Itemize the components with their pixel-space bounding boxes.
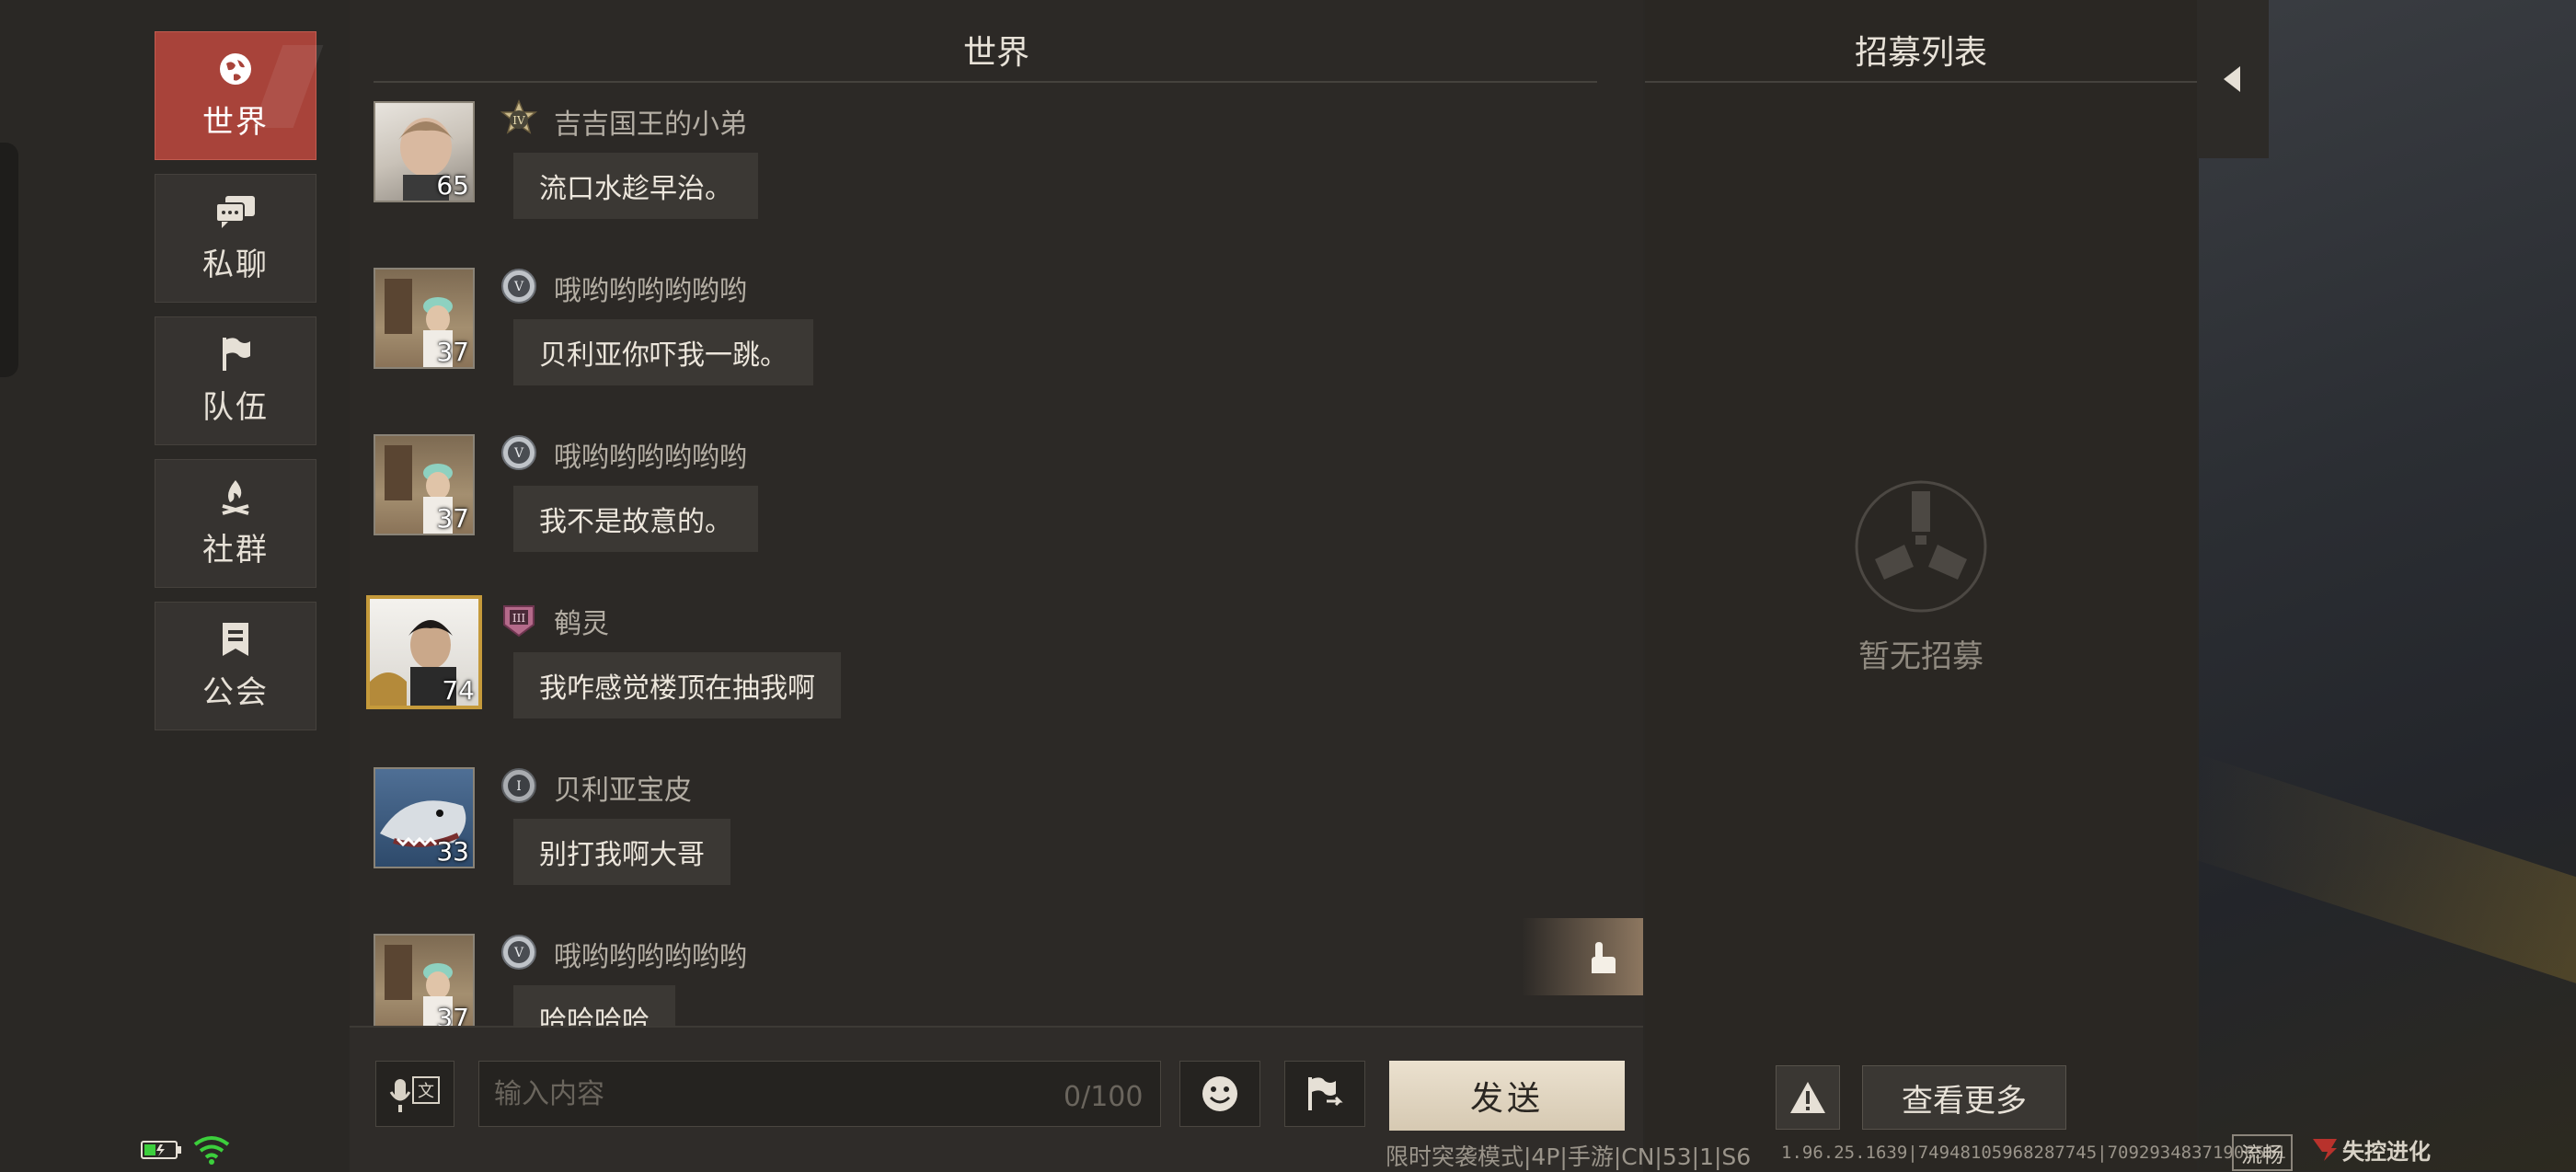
nav-item-community[interactable]: 社群 [155, 459, 316, 588]
battery-charging-icon [141, 1141, 181, 1159]
view-more-button[interactable]: 查看更多 [1862, 1065, 2066, 1130]
avatar-level: 37 [436, 337, 469, 367]
report-button[interactable] [1776, 1065, 1840, 1130]
banner-icon [213, 621, 258, 658]
sender-name[interactable]: 哦哟哟哟哟哟哟 [554, 934, 747, 974]
recruit-panel: 招募列表 暂无招募 查看更多 [1645, 0, 2197, 1170]
message-bubble[interactable]: 哈哈哈哈 [513, 985, 675, 1026]
rank-badge-text: III [512, 612, 525, 625]
avatar[interactable]: 37 [374, 434, 475, 535]
message-bubble[interactable]: 我咋感觉楼顶在抽我啊 [513, 652, 841, 718]
avatar-level: 33 [436, 836, 469, 867]
nav-item-private[interactable]: 私聊 [155, 174, 316, 303]
rank-badge-text: V [513, 946, 524, 960]
collapse-panel-button[interactable] [2197, 0, 2269, 158]
emoji-button[interactable] [1179, 1061, 1260, 1127]
rank-badge-icon: V [499, 932, 539, 972]
rank-badge-text: I [516, 779, 522, 794]
message-bubble[interactable]: 贝利亚你吓我一跳。 [513, 319, 813, 385]
avatar[interactable]: 74 [366, 595, 482, 709]
svg-text:文: 文 [418, 1082, 434, 1101]
version-info: 1.96.25.1639|74948105968287745|709293483… [1781, 1143, 2287, 1163]
avatar[interactable]: 33 [374, 767, 475, 868]
chat-message: 37 V 哦哟哟哟哟哟哟 哈哈哈哈 [374, 925, 1570, 1026]
rank-badge-text: IV [512, 114, 525, 127]
divider [374, 81, 1597, 83]
avatar[interactable]: 37 [374, 268, 475, 369]
chat-message: 37 V 哦哟哟哟哟哟哟 贝利亚你吓我一跳。 [374, 259, 1570, 415]
wifi-icon [193, 1136, 230, 1165]
chat-title: 世界 [962, 34, 1029, 72]
rank-badge-text: V [513, 446, 524, 461]
flag-icon [213, 336, 258, 373]
globe-icon [213, 51, 258, 87]
rank-badge-icon: III [499, 599, 539, 639]
sender-name[interactable]: 贝利亚宝皮 [554, 767, 692, 808]
sender-name[interactable]: 哦哟哟哟哟哟哟 [554, 268, 747, 308]
nav-item-label: 公会 [202, 673, 269, 711]
sender-name[interactable]: 哦哟哟哟哟哟哟 [554, 434, 747, 475]
logo-text: 失控进化 [2342, 1139, 2431, 1165]
send-button[interactable]: 发送 [1389, 1061, 1625, 1131]
nav-item-label: 世界 [202, 103, 269, 141]
raise-hand-button[interactable] [1522, 918, 1643, 995]
nav-item-label: 社群 [202, 531, 269, 569]
logo-icon [2313, 1138, 2337, 1161]
nav-item-label: 私聊 [202, 246, 269, 283]
campfire-icon [213, 478, 258, 515]
chat-message: 37 V 哦哟哟哟哟哟哟 我不是故意的。 [374, 425, 1570, 581]
avatar-level: 65 [436, 170, 469, 201]
chat-message: 33 I 贝利亚宝皮 别打我啊大哥 [374, 758, 1570, 914]
warning-icon [1790, 1082, 1825, 1113]
smiley-icon [1202, 1076, 1237, 1111]
char-counter: 0/100 [1064, 1081, 1144, 1113]
game-mode-info: 限时突袭模式|4P|手游|CN|53|1|S6 [1386, 1143, 1752, 1170]
chat-message: 74 III 鹌灵 我咋感觉楼顶在抽我啊 [366, 592, 1570, 748]
sender-name[interactable]: 吉吉国王的小弟 [554, 101, 747, 142]
nav-item-guild[interactable]: 公会 [155, 602, 316, 730]
share-location-button[interactable] [1284, 1061, 1365, 1127]
game-background [2168, 0, 2576, 1170]
raise-hand-icon [1592, 942, 1616, 973]
message-list[interactable]: 65 IV 吉吉国王的小弟 流口水趁早治。 37 V 哦哟哟哟哟哟哟 贝利亚你吓… [350, 92, 1643, 1026]
device-status [140, 1135, 230, 1165]
mic-translate-icon: 文 [389, 1076, 440, 1112]
channel-nav: 世界 私聊 队伍 社群 公会 [155, 31, 318, 744]
divider [1645, 81, 2197, 83]
chat-bubbles-icon [213, 193, 258, 230]
nav-item-world[interactable]: 世界 [155, 31, 316, 160]
rank-badge-icon: IV [499, 99, 539, 140]
triangle-left-icon [2224, 66, 2240, 92]
sender-name[interactable]: 鹌灵 [554, 601, 609, 641]
avatar[interactable]: 65 [374, 101, 475, 202]
rank-badge-icon: I [499, 765, 539, 806]
avatar[interactable]: 37 [374, 934, 475, 1026]
chat-input[interactable] [478, 1061, 1161, 1127]
message-bubble[interactable]: 流口水趁早治。 [513, 153, 758, 219]
game-logo: 失控进化 [2311, 1133, 2431, 1166]
screen-notch [0, 143, 18, 377]
flag-share-icon [1308, 1077, 1343, 1110]
empty-recruit-text: 暂无招募 [1858, 638, 1984, 675]
message-bubble[interactable]: 我不是故意的。 [513, 486, 758, 552]
chat-message: 65 IV 吉吉国王的小弟 流口水趁早治。 [374, 92, 1570, 248]
recruit-title: 招募列表 [1854, 34, 1987, 72]
nav-item-label: 队伍 [202, 388, 269, 426]
network-status-badge: 流畅 [2232, 1134, 2293, 1171]
empty-recruit-icon [1855, 480, 1987, 613]
background-stripe [2168, 754, 2576, 994]
avatar-level: 37 [436, 503, 469, 534]
rank-badge-text: V [513, 280, 524, 294]
avatar-level: 37 [436, 1003, 469, 1026]
world-chat-panel: 世界 65 IV 吉吉国王的小弟 流口水趁早治。 37 V 哦哟哟哟哟哟哟 贝利… [350, 0, 1643, 1172]
voice-to-text-button[interactable]: 文 [375, 1061, 454, 1127]
message-bubble[interactable]: 别打我啊大哥 [513, 819, 730, 885]
avatar-level: 74 [442, 675, 475, 706]
nav-item-team[interactable]: 队伍 [155, 316, 316, 445]
rank-badge-icon: V [499, 432, 539, 473]
rank-badge-icon: V [499, 266, 539, 306]
